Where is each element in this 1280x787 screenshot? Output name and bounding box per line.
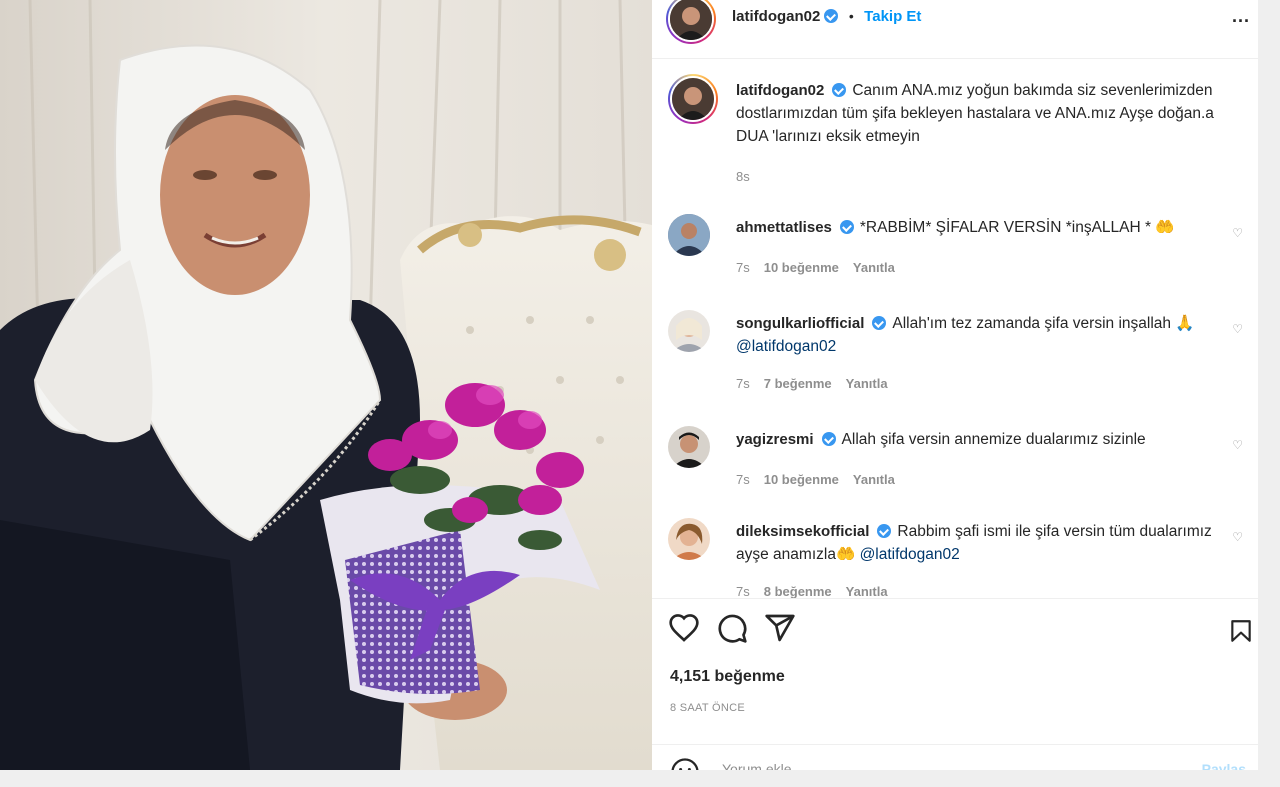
- comment-row: ahmettatlises *RABBİM* ŞİFALAR VERSİN *in…: [668, 214, 1243, 294]
- post-details-panel: latifdogan02 • Takip Et ... latifdogan02…: [652, 0, 1258, 770]
- header-divider: [652, 58, 1258, 59]
- commenter-avatar-image: [668, 518, 710, 560]
- caption-avatar-image: [672, 78, 714, 120]
- author-username[interactable]: latifdogan02: [732, 8, 820, 25]
- reply-button[interactable]: Yanıtla: [853, 472, 895, 487]
- verified-badge-icon: [877, 524, 892, 538]
- commenter-avatar-image: [668, 214, 710, 256]
- actions-divider: [652, 598, 1258, 599]
- caption-meta: 8s: [736, 169, 764, 184]
- post-actions-bar: [668, 612, 796, 644]
- comment-avatar[interactable]: [668, 310, 710, 352]
- post-time-ago: 8 SAAT ÖNCE: [670, 702, 746, 714]
- caption-row: latifdogan02 Canım ANA.mız yoğun bakımda …: [668, 74, 1243, 194]
- comment-text-block: dileksimsekofficial Rabbim şafi ismi ile …: [736, 520, 1231, 566]
- comment-likes[interactable]: 8 beğenme: [764, 584, 832, 598]
- comment-text: *RABBİM* ŞİFALAR VERSİN *inşALLAH * 🤲: [859, 219, 1175, 236]
- comment-text: Allah'ım tez zamanda şifa versin inşalla…: [892, 315, 1195, 332]
- comment-row: yagizresmi Allah şifa versin annemize dua…: [668, 426, 1243, 506]
- caption-author-avatar[interactable]: [668, 74, 718, 124]
- verified-badge-icon: [824, 9, 839, 23]
- comment-time: 7s: [736, 376, 750, 391]
- comment-icon[interactable]: [716, 612, 748, 644]
- comment-time: 7s: [736, 584, 750, 598]
- comment-time: 7s: [736, 260, 750, 275]
- heart-icon[interactable]: [668, 612, 700, 644]
- comments-list: latifdogan02 Canım ANA.mız yoğun bakımda …: [652, 60, 1258, 598]
- comment-like-icon[interactable]: ♡: [1232, 322, 1243, 336]
- comment-text-block: yagizresmi Allah şifa versin annemize dua…: [736, 428, 1231, 451]
- comment-mention-link[interactable]: @latifdogan02: [736, 338, 836, 355]
- commenter-avatar-image: [668, 310, 710, 352]
- instagram-post-window: latifdogan02 • Takip Et ... latifdogan02…: [0, 0, 1258, 770]
- reply-button[interactable]: Yanıtla: [846, 584, 888, 598]
- comment-text: Allah şifa versin annemize dualarımız si…: [841, 431, 1146, 448]
- comment-like-icon[interactable]: ♡: [1232, 438, 1243, 452]
- verified-badge-icon: [839, 220, 854, 234]
- author-avatar-image: [670, 0, 712, 40]
- comment-meta: 7s 10 beğenme Yanıtla: [736, 472, 895, 487]
- verified-badge-icon: [872, 316, 887, 330]
- post-photo[interactable]: [0, 0, 652, 770]
- comment-like-icon[interactable]: ♡: [1232, 530, 1243, 544]
- reply-button[interactable]: Yanıtla: [853, 260, 895, 275]
- send-icon[interactable]: [764, 612, 796, 644]
- comment-mention-link[interactable]: @latifdogan02: [860, 546, 960, 563]
- comment-row: dileksimsekofficial Rabbim şafi ismi ile …: [668, 518, 1243, 598]
- more-options-icon[interactable]: ...: [1232, 6, 1250, 27]
- comment-username[interactable]: ahmettatlises: [736, 219, 832, 236]
- bookmark-icon[interactable]: [1228, 616, 1254, 646]
- comment-avatar[interactable]: [668, 426, 710, 468]
- add-comment-bar: Yorum ekle... Paylaş: [652, 744, 1258, 770]
- comment-meta: 7s 10 beğenme Yanıtla: [736, 260, 895, 275]
- comment-username[interactable]: dileksimsekofficial: [736, 523, 869, 540]
- comment-text-block: ahmettatlises *RABBİM* ŞİFALAR VERSİN *in…: [736, 216, 1231, 239]
- comment-meta: 7s 7 beğenme Yanıtla: [736, 376, 888, 391]
- smile-icon[interactable]: [670, 757, 700, 770]
- comment-row: songulkarliofficial Allah'ım tez zamanda …: [668, 310, 1243, 410]
- caption-username[interactable]: latifdogan02: [736, 82, 824, 99]
- comment-time: 7s: [736, 472, 750, 487]
- photo-illustration: [0, 0, 652, 770]
- comment-avatar[interactable]: [668, 214, 710, 256]
- verified-badge-icon: [832, 83, 847, 97]
- likes-count[interactable]: 4,151 beğenme: [670, 668, 785, 686]
- author-avatar[interactable]: [666, 0, 716, 44]
- caption-time: 8s: [736, 169, 750, 184]
- comment-avatar[interactable]: [668, 518, 710, 560]
- post-comment-button[interactable]: Paylaş: [1202, 761, 1246, 770]
- post-header: latifdogan02 • Takip Et ...: [652, 0, 1258, 48]
- comment-likes[interactable]: 10 beğenme: [764, 472, 839, 487]
- caption-text-block: latifdogan02 Canım ANA.mız yoğun bakımda …: [736, 79, 1231, 148]
- verified-badge-icon: [821, 432, 836, 446]
- follow-button[interactable]: Takip Et: [864, 8, 921, 25]
- header-author-line: latifdogan02 • Takip Et: [732, 8, 921, 26]
- reply-button[interactable]: Yanıtla: [846, 376, 888, 391]
- comment-text-block: songulkarliofficial Allah'ım tez zamanda …: [736, 312, 1231, 358]
- comment-like-icon[interactable]: ♡: [1232, 226, 1243, 240]
- comment-username[interactable]: yagizresmi: [736, 431, 814, 448]
- comment-input[interactable]: Yorum ekle...: [722, 761, 803, 770]
- comment-meta: 7s 8 beğenme Yanıtla: [736, 584, 888, 598]
- comment-likes[interactable]: 7 beğenme: [764, 376, 832, 391]
- separator-dot: •: [848, 8, 854, 24]
- comment-likes[interactable]: 10 beğenme: [764, 260, 839, 275]
- commenter-avatar-image: [668, 426, 710, 468]
- comment-username[interactable]: songulkarliofficial: [736, 315, 864, 332]
